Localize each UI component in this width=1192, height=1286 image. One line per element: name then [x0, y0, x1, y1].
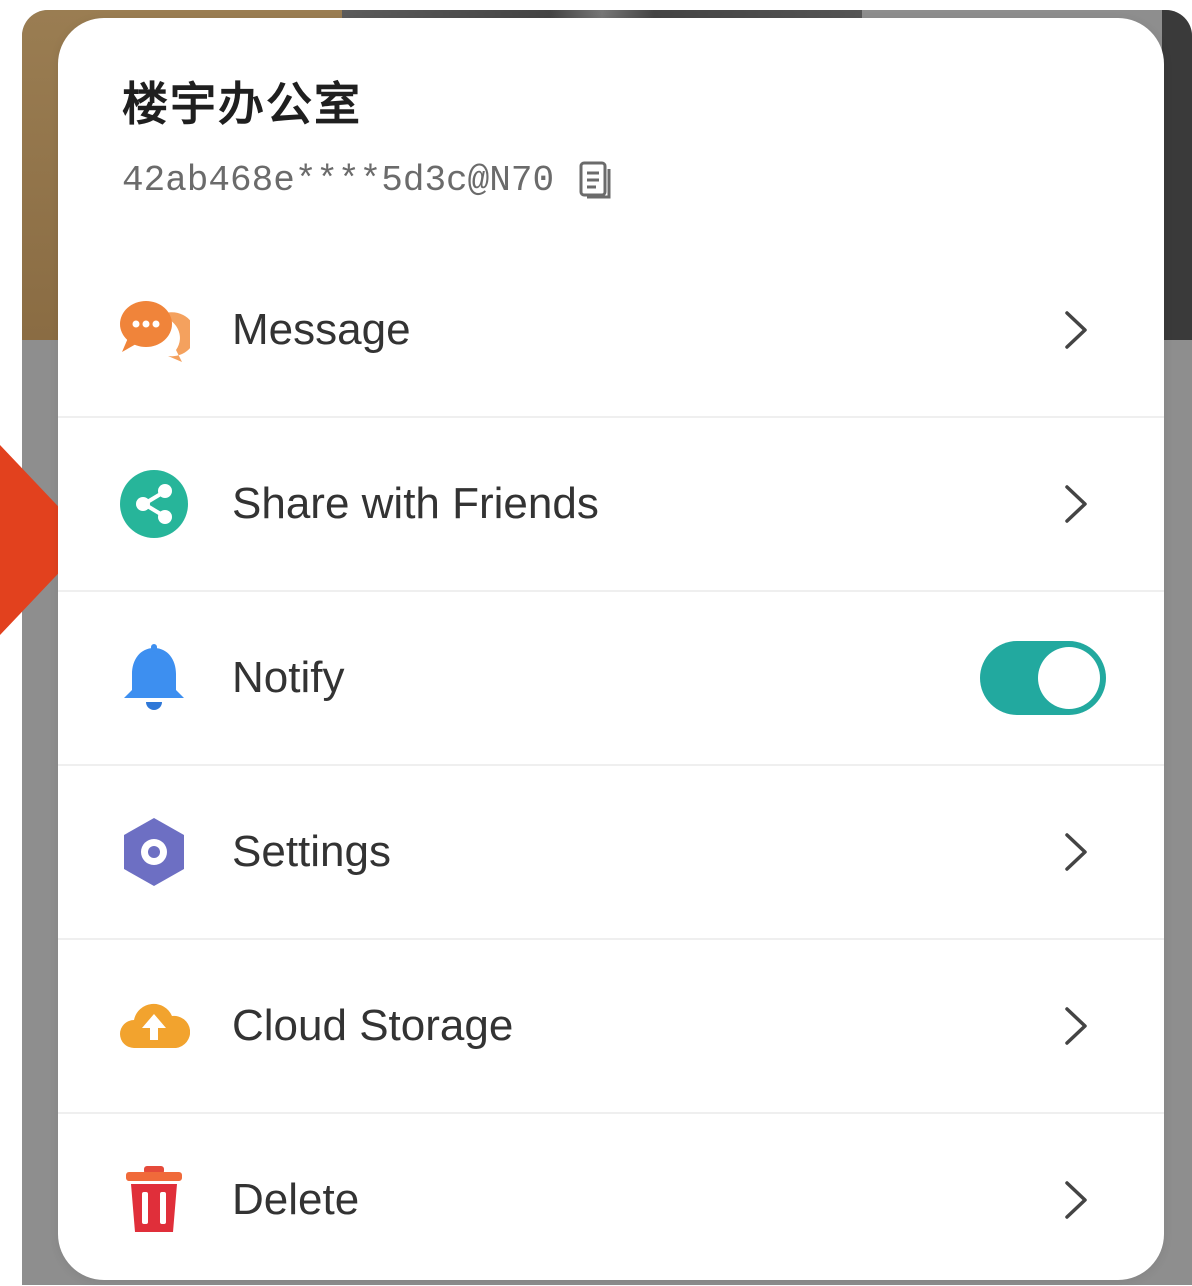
- chevron-right-icon: [1065, 1181, 1087, 1219]
- notify-toggle[interactable]: [980, 641, 1106, 715]
- menu-item-share-with-friends[interactable]: Share with Friends: [58, 418, 1164, 592]
- chevron-right-icon: [1065, 485, 1087, 523]
- menu-item-label: Cloud Storage: [232, 1001, 514, 1050]
- menu-item-label: Notify: [232, 653, 345, 702]
- chat-bubbles-icon: [120, 301, 190, 362]
- gear-icon: [124, 818, 184, 886]
- bell-icon: [124, 644, 184, 710]
- copy-icon[interactable]: [578, 160, 616, 200]
- device-menu-dialog: 楼宇办公室 42ab468e****5d3c@N70 Message Share…: [58, 18, 1164, 1280]
- device-id: 42ab468e****5d3c@N70: [122, 159, 555, 201]
- toggle-knob: [1038, 647, 1100, 709]
- cloud-upload-icon: [120, 1003, 190, 1048]
- chevron-right-icon: [1065, 1007, 1087, 1045]
- chevron-right-icon: [1065, 833, 1087, 871]
- dialog-title: 楼宇办公室: [122, 77, 362, 131]
- menu-item-label: Message: [232, 305, 411, 354]
- menu-item-cloud-storage[interactable]: Cloud Storage: [58, 940, 1164, 1114]
- menu-item-label: Settings: [232, 827, 391, 876]
- device-id-row: 42ab468e****5d3c@N70: [122, 158, 616, 202]
- chevron-right-icon: [1065, 311, 1087, 349]
- menu-item-label: Share with Friends: [232, 479, 599, 528]
- trash-icon: [126, 1166, 182, 1232]
- menu-list: Message Share with Friends Notify Settin…: [58, 244, 1164, 1286]
- menu-item-notify: Notify: [58, 592, 1164, 766]
- menu-item-label: Delete: [232, 1175, 360, 1224]
- background-edge: [1162, 10, 1192, 340]
- menu-item-message[interactable]: Message: [58, 244, 1164, 418]
- menu-item-settings[interactable]: Settings: [58, 766, 1164, 940]
- share-icon: [120, 470, 188, 538]
- menu-item-delete[interactable]: Delete: [58, 1114, 1164, 1286]
